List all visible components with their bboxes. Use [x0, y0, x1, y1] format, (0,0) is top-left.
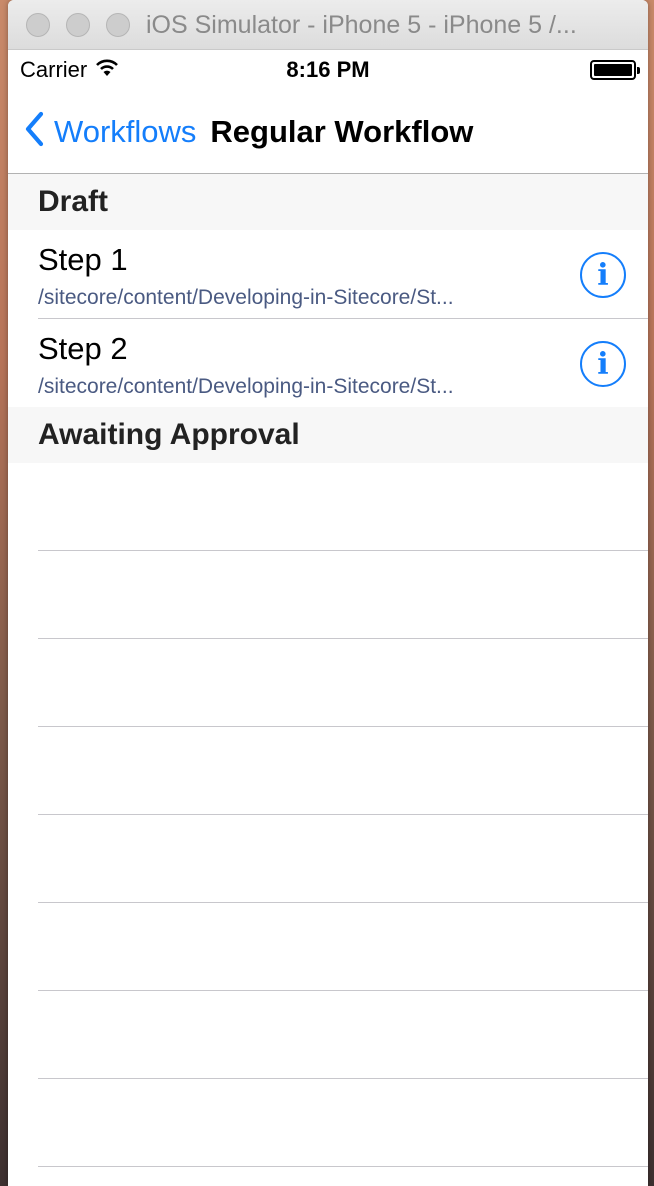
carrier-info: Carrier	[20, 57, 119, 83]
navigation-bar: Workflows Regular Workflow	[8, 90, 648, 174]
empty-row	[38, 551, 648, 639]
empty-row	[38, 815, 648, 903]
workflow-step-row[interactable]: Step 2 /sitecore/content/Developing-in-S…	[8, 319, 648, 407]
battery-icon	[590, 60, 640, 80]
empty-row	[38, 903, 648, 991]
carrier-label: Carrier	[20, 57, 88, 82]
back-button[interactable]: Workflows	[8, 111, 196, 152]
close-window-button[interactable]	[26, 12, 50, 37]
step-path: /sitecore/content/Developing-in-Sitecore…	[38, 286, 454, 309]
empty-row	[38, 1079, 648, 1167]
back-button-label: Workflows	[54, 113, 197, 149]
section-header-awaiting-approval: Awaiting Approval	[8, 407, 648, 463]
window-title: iOS Simulator - iPhone 5 - iPhone 5 /...	[146, 11, 577, 39]
zoom-window-button[interactable]	[106, 12, 130, 37]
step-path: /sitecore/content/Developing-in-Sitecore…	[38, 375, 454, 398]
empty-row	[38, 727, 648, 815]
simulator-window: iOS Simulator - iPhone 5 - iPhone 5 /...…	[8, 0, 648, 1186]
section-header-draft: Draft	[8, 174, 648, 230]
status-bar: Carrier 8:16 PM	[8, 50, 648, 90]
empty-row	[38, 639, 648, 727]
empty-row	[38, 463, 648, 551]
empty-row	[38, 991, 648, 1079]
window-titlebar: iOS Simulator - iPhone 5 - iPhone 5 /...	[8, 0, 648, 50]
workflow-step-row[interactable]: Step 1 /sitecore/content/Developing-in-S…	[8, 230, 648, 318]
step-title: Step 2	[38, 331, 128, 366]
chevron-left-icon	[24, 111, 44, 152]
step-title: Step 1	[38, 242, 128, 277]
minimize-window-button[interactable]	[66, 12, 90, 37]
info-icon[interactable]: i	[580, 252, 626, 298]
wifi-icon	[95, 57, 119, 83]
nav-title: Regular Workflow	[210, 113, 474, 149]
empty-table-rows	[8, 463, 648, 1167]
window-controls	[8, 12, 130, 37]
info-icon[interactable]: i	[580, 341, 626, 387]
